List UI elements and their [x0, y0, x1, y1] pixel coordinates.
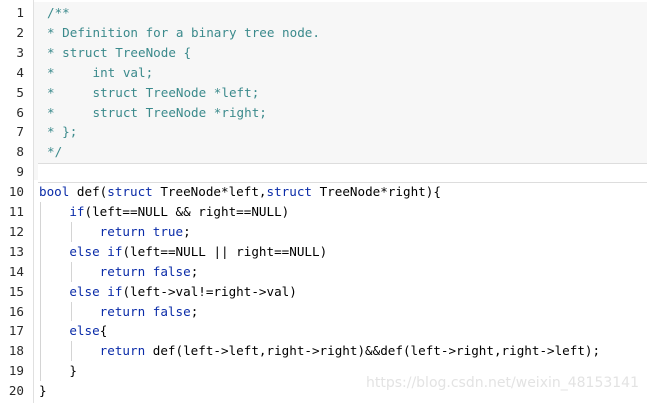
line-number: 16: [8, 303, 24, 319]
code-line: }: [39, 363, 77, 379]
line-number: 10: [8, 184, 24, 200]
blank-line-highlight: [38, 163, 647, 183]
code-line: * Definition for a binary tree node.: [47, 24, 320, 40]
code-editor[interactable]: https://blog.csdn.net/weixin_48153141 1 /…: [0, 0, 647, 403]
line-number: 7: [16, 124, 24, 140]
code-line: * struct TreeNode {: [47, 44, 192, 60]
code-line: /**: [47, 5, 70, 20]
code-line: bool def(struct TreeNode*left,struct Tre…: [39, 184, 441, 200]
line-number: 9: [16, 164, 24, 180]
indent-guide: [70, 341, 72, 362]
code-line: return def(left->left,right->right)&&def…: [99, 343, 601, 359]
code-line: else{: [69, 323, 108, 339]
indent-guide: [70, 221, 72, 242]
code-line: * };: [47, 124, 78, 140]
code-line: */: [47, 144, 63, 160]
code-line: * int val;: [47, 64, 154, 80]
line-number: 15: [8, 283, 24, 299]
line-number: 8: [16, 144, 24, 160]
code-line: if(left==NULL && right==NULL): [69, 204, 290, 219]
line-number: 17: [8, 323, 24, 339]
line-number: 12: [8, 223, 24, 239]
line-number: 4: [16, 64, 24, 80]
line-number: 3: [16, 44, 24, 60]
code-line: * struct TreeNode *left;: [47, 84, 260, 100]
line-number: 13: [8, 243, 24, 259]
line-number: 6: [16, 104, 24, 120]
line-number: 18: [8, 343, 24, 359]
indent-guide: [70, 301, 72, 322]
line-number: 1: [16, 5, 24, 20]
line-number: 11: [8, 204, 24, 219]
code-line: * struct TreeNode *right;: [47, 104, 267, 120]
code-line: else if(left->val!=right->val): [69, 283, 297, 299]
code-line: else if(left==NULL || right==NULL): [69, 243, 328, 259]
code-line: return true;: [99, 223, 191, 239]
watermark: https://blog.csdn.net/weixin_48153141: [365, 375, 639, 391]
indent-guide: [70, 261, 72, 282]
line-number: 5: [16, 84, 24, 100]
line-number: 2: [16, 24, 24, 40]
code-line: return false;: [99, 263, 199, 279]
line-number: 20: [8, 383, 24, 399]
line-number: 19: [8, 363, 24, 379]
code-line: return false;: [99, 303, 199, 319]
line-number: 14: [8, 263, 24, 279]
indent-guide: [39, 202, 41, 382]
code-line: }: [39, 383, 47, 399]
